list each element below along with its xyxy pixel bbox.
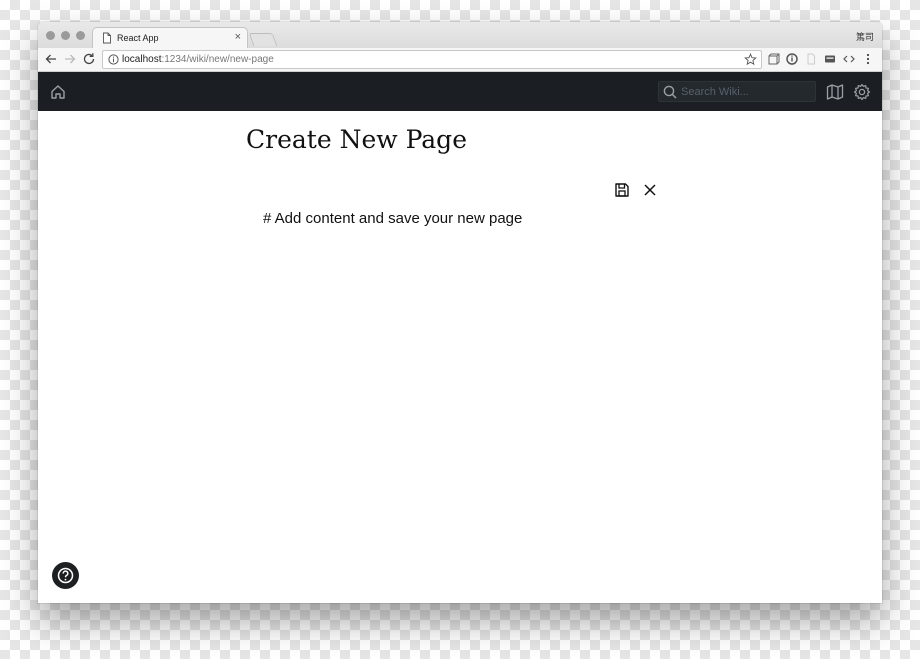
extension-card-icon[interactable] <box>823 52 837 66</box>
minimize-window-button[interactable] <box>61 31 70 40</box>
search-icon <box>663 85 677 99</box>
url-path: :1234/wiki/new/new-page <box>161 54 274 65</box>
home-icon[interactable] <box>50 84 66 100</box>
info-icon[interactable] <box>108 54 119 65</box>
back-icon[interactable] <box>44 52 58 66</box>
map-icon[interactable] <box>826 83 844 101</box>
maximize-window-button[interactable] <box>76 31 85 40</box>
url-text: localhost:1234/wiki/new/new-page <box>122 54 274 65</box>
address-bar[interactable]: localhost:1234/wiki/new/new-page <box>102 50 762 69</box>
tab-strip: React App × 篤司 <box>38 22 882 48</box>
page-title: Create New Page <box>246 125 467 154</box>
help-icon <box>57 567 74 584</box>
forward-icon[interactable] <box>63 52 77 66</box>
url-host: localhost <box>122 54 162 65</box>
browser-window: React App × 篤司 localhost:1234/wiki/new/n… <box>38 22 882 603</box>
gear-icon[interactable] <box>853 83 871 101</box>
editor-content[interactable]: # Add content and save your new page <box>263 210 522 227</box>
extension-cube-icon[interactable] <box>766 52 780 66</box>
search-input[interactable] <box>681 82 811 101</box>
save-icon[interactable] <box>614 182 630 198</box>
code-icon[interactable] <box>842 52 856 66</box>
close-window-button[interactable] <box>46 31 55 40</box>
menu-icon[interactable] <box>861 52 875 66</box>
new-tab-button[interactable] <box>248 33 278 46</box>
reload-icon[interactable] <box>82 52 96 66</box>
browser-toolbar: localhost:1234/wiki/new/new-page <box>38 48 882 72</box>
profile-name[interactable]: 篤司 <box>856 30 874 43</box>
close-icon[interactable] <box>642 182 658 198</box>
extension-info-icon[interactable] <box>785 52 799 66</box>
star-icon[interactable] <box>744 53 757 66</box>
page-content: Create New Page # Add content and save y… <box>38 111 882 603</box>
search-box <box>658 81 816 102</box>
app-navbar <box>38 72 882 111</box>
extension-page-icon[interactable] <box>804 52 818 66</box>
help-button[interactable] <box>52 562 79 589</box>
browser-tab[interactable]: React App × <box>92 27 248 48</box>
tab-close-icon[interactable]: × <box>235 31 241 43</box>
document-icon <box>103 32 111 44</box>
tab-title: React App <box>117 33 159 43</box>
